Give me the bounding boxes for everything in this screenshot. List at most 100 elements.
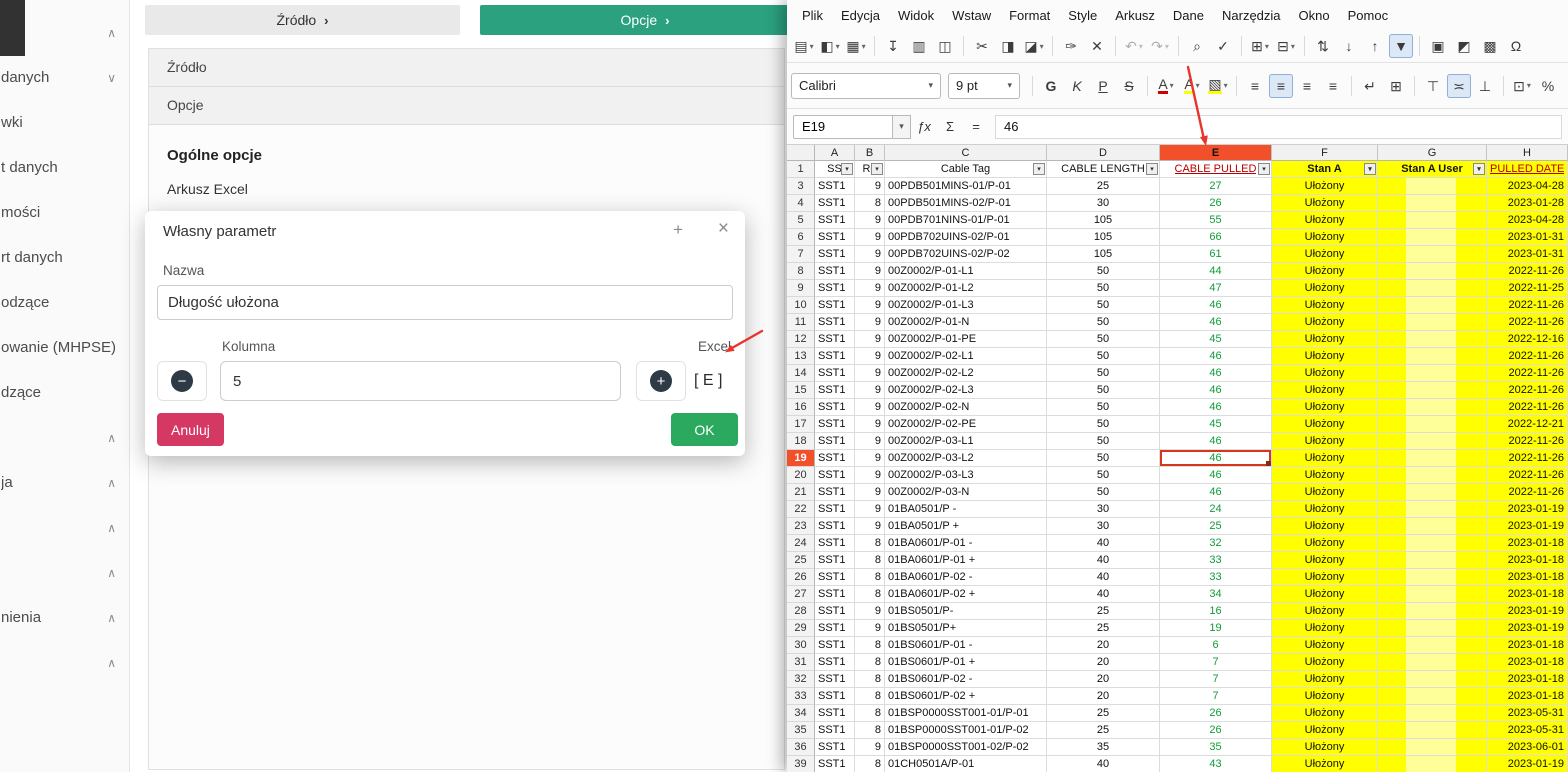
row-header[interactable]: 30: [787, 637, 815, 654]
cell[interactable]: 2023-01-19: [1487, 603, 1568, 620]
cell[interactable]: 40: [1047, 586, 1160, 603]
sidebar-item[interactable]: mości: [0, 190, 129, 235]
cell[interactable]: 33: [1160, 552, 1272, 569]
open-button[interactable]: ◧▾: [818, 34, 842, 58]
cell[interactable]: 30: [1047, 501, 1160, 518]
cell[interactable]: 00PDB501MINS-01/P-01: [885, 178, 1047, 195]
cell[interactable]: 01BSP0000SST001-02/P-02: [885, 739, 1047, 756]
cell[interactable]: 43: [1160, 756, 1272, 772]
cell[interactable]: SST1: [815, 212, 855, 229]
cell[interactable]: 46: [1160, 450, 1272, 467]
cell[interactable]: 9: [855, 620, 885, 637]
cell[interactable]: SST1: [815, 263, 855, 280]
cell[interactable]: [1378, 569, 1487, 586]
cell[interactable]: SST1: [815, 399, 855, 416]
highlighting-color-button[interactable]: A▾: [1180, 74, 1204, 98]
cell[interactable]: 2023-04-28: [1487, 212, 1568, 229]
cell[interactable]: Ułożony: [1272, 484, 1378, 501]
menu-item[interactable]: Okno: [1290, 0, 1339, 30]
row-header[interactable]: 33: [787, 688, 815, 705]
cell[interactable]: 61: [1160, 246, 1272, 263]
cell[interactable]: 01BS0601/P-01 +: [885, 654, 1047, 671]
cell[interactable]: 50: [1047, 365, 1160, 382]
cell[interactable]: SST1: [815, 688, 855, 705]
sidebar-item[interactable]: ja∧: [0, 460, 129, 505]
cell[interactable]: 46: [1160, 297, 1272, 314]
cell[interactable]: SST1: [815, 297, 855, 314]
row-header[interactable]: 1: [787, 161, 815, 178]
decrement-button[interactable]: −: [157, 361, 207, 401]
cell[interactable]: 01BS0601/P-01 -: [885, 637, 1047, 654]
menu-item[interactable]: Narzędzia: [1213, 0, 1290, 30]
cell[interactable]: 2022-11-26: [1487, 314, 1568, 331]
cell[interactable]: [1378, 620, 1487, 637]
row-header[interactable]: 19: [787, 450, 815, 467]
cell[interactable]: 2022-12-21: [1487, 416, 1568, 433]
cell[interactable]: 50: [1047, 297, 1160, 314]
cell[interactable]: 9: [855, 416, 885, 433]
row-header[interactable]: 5: [787, 212, 815, 229]
cell[interactable]: 00Z0002/P-03-L3: [885, 467, 1047, 484]
cell[interactable]: 00PDB701NINS-01/P-01: [885, 212, 1047, 229]
sort-descending-button[interactable]: ↑: [1363, 34, 1387, 58]
autofilter-button[interactable]: ▼: [1389, 34, 1413, 58]
cell[interactable]: 33: [1160, 569, 1272, 586]
cell[interactable]: 50: [1047, 382, 1160, 399]
cancel-button[interactable]: Anuluj: [157, 413, 224, 446]
cell[interactable]: 9: [855, 178, 885, 195]
cell[interactable]: 9: [855, 382, 885, 399]
cell[interactable]: SST1: [815, 552, 855, 569]
menu-item[interactable]: Widok: [889, 0, 943, 30]
cell[interactable]: 00Z0002/P-02-L1: [885, 348, 1047, 365]
cell[interactable]: 20: [1047, 654, 1160, 671]
cell[interactable]: SST1: [815, 654, 855, 671]
cell[interactable]: 2023-01-18: [1487, 671, 1568, 688]
cell[interactable]: 9: [855, 501, 885, 518]
align-right-button[interactable]: ≡: [1295, 74, 1319, 98]
cell[interactable]: [1378, 297, 1487, 314]
menu-item[interactable]: Style: [1059, 0, 1106, 30]
cell[interactable]: 50: [1047, 399, 1160, 416]
cell[interactable]: 50: [1047, 467, 1160, 484]
cell[interactable]: 26: [1160, 195, 1272, 212]
cell[interactable]: [1378, 484, 1487, 501]
cell[interactable]: 27: [1160, 178, 1272, 195]
panel-row[interactable]: Źródło: [149, 49, 784, 87]
spelling-button[interactable]: ✓: [1211, 34, 1235, 58]
print-button[interactable]: ▥: [907, 34, 931, 58]
row-header[interactable]: 17: [787, 416, 815, 433]
cell[interactable]: 2022-11-26: [1487, 484, 1568, 501]
cell[interactable]: Ułożony: [1272, 195, 1378, 212]
cell[interactable]: [1378, 212, 1487, 229]
cell[interactable]: [1378, 756, 1487, 772]
cell[interactable]: Ułożony: [1272, 518, 1378, 535]
row-header[interactable]: 7: [787, 246, 815, 263]
save-button[interactable]: ▦▾: [844, 34, 868, 58]
strikethrough-button[interactable]: S: [1117, 74, 1141, 98]
cell[interactable]: 2023-01-19: [1487, 518, 1568, 535]
cell[interactable]: SST1: [815, 535, 855, 552]
cell[interactable]: SST1: [815, 671, 855, 688]
pivot-table-button[interactable]: ▩: [1478, 34, 1502, 58]
cell[interactable]: SST1: [815, 620, 855, 637]
close-icon[interactable]: ×: [718, 218, 729, 240]
cell[interactable]: 2023-01-18: [1487, 552, 1568, 569]
cell[interactable]: 01BA0601/P-02 +: [885, 586, 1047, 603]
cell[interactable]: 8: [855, 688, 885, 705]
cell[interactable]: 00Z0002/P-01-L3: [885, 297, 1047, 314]
cell[interactable]: 2023-01-18: [1487, 688, 1568, 705]
cell[interactable]: 01BS0501/P+: [885, 620, 1047, 637]
cell[interactable]: 32: [1160, 535, 1272, 552]
cell[interactable]: 00Z0002/P-03-L1: [885, 433, 1047, 450]
cell[interactable]: 20: [1047, 688, 1160, 705]
cell[interactable]: Ułożony: [1272, 212, 1378, 229]
cell[interactable]: 105: [1047, 212, 1160, 229]
cell[interactable]: 30: [1047, 195, 1160, 212]
cell[interactable]: 2022-11-26: [1487, 263, 1568, 280]
underline-button[interactable]: P: [1091, 74, 1115, 98]
cell[interactable]: 00Z0002/P-02-PE: [885, 416, 1047, 433]
cell[interactable]: [1378, 314, 1487, 331]
cell[interactable]: SST1: [815, 246, 855, 263]
wrap-text-button[interactable]: ↵: [1358, 74, 1382, 98]
cell[interactable]: 2023-06-01: [1487, 739, 1568, 756]
